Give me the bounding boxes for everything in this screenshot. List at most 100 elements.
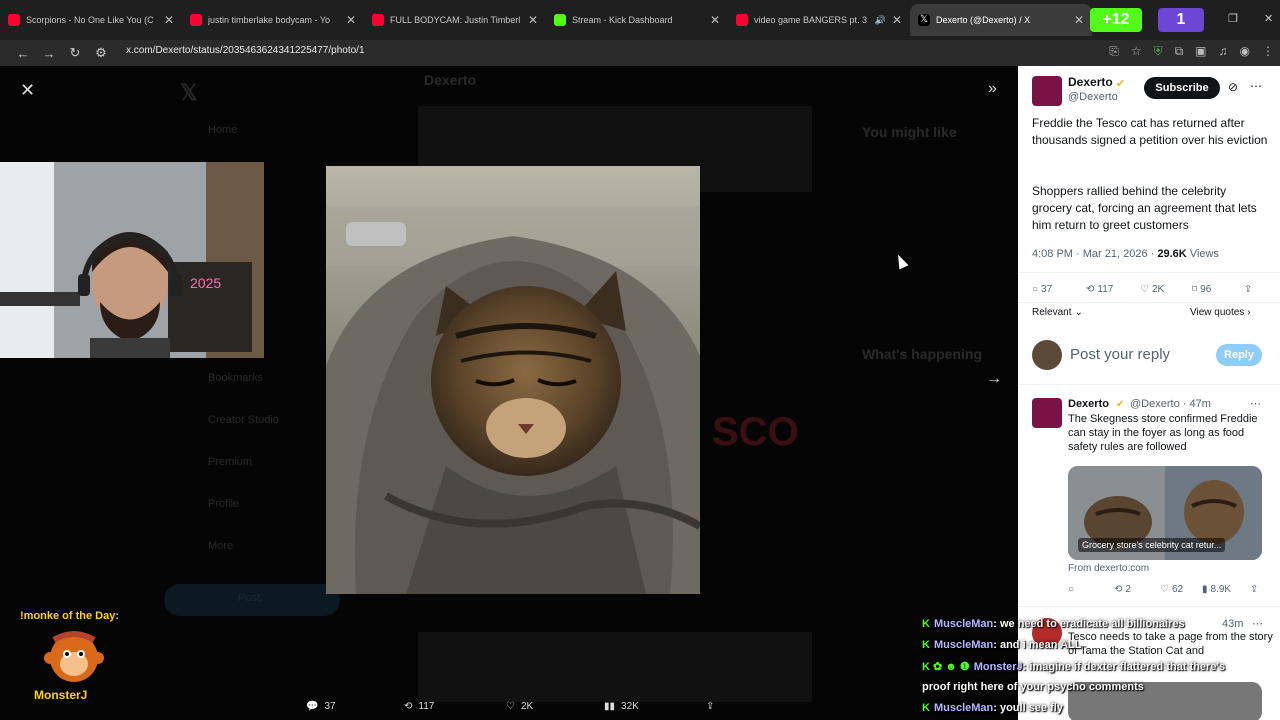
svg-text:2025: 2025 [190,275,221,291]
viewer-reply-button[interactable]: 💬 37 [306,701,336,712]
browser-tab-3[interactable]: FULL BODYCAM: Justin Timberl ✕ [364,4,546,36]
tab-close-icon[interactable]: ✕ [710,13,720,27]
extensions-icon[interactable]: ⧉ [1175,44,1184,59]
shield-icon[interactable]: ⛨ [1154,44,1163,59]
reply1-likes-count: 62 [1171,584,1184,595]
sort-label: Relevant [1032,307,1072,318]
streamer-webcam: 2025 [0,162,264,358]
tab-close-icon[interactable]: ✕ [164,13,174,27]
tab-close-icon[interactable]: ✕ [346,13,356,27]
view-quotes-link[interactable]: View quotes › [1190,307,1251,318]
monke-of-the-day-overlay: !monke of the Day: MonsterJ [20,610,126,706]
close-viewer-icon[interactable]: ✕ [20,80,35,101]
chat-username: MuscleMan [933,618,994,630]
more-options-icon[interactable]: ⋯ [1250,396,1261,413]
youtube-icon [190,14,202,26]
repost-icon: ⟲ [1086,284,1095,295]
kick-icon [554,14,566,26]
twitch-extension-badge[interactable]: 1 [1158,8,1204,32]
views-icon: ▮ [1202,584,1208,595]
split-view-icon[interactable]: ▣ [1195,44,1206,59]
likes-stat[interactable]: ♡ 2K [1140,284,1164,295]
reply1-likes[interactable]: ♡ 62 [1160,584,1183,595]
bg-you-might-like: You might like [862,124,957,140]
reposts-stat[interactable]: ⟲ 117 [1086,284,1113,295]
restore-window-icon[interactable]: ❐ [1228,12,1238,25]
youtube-icon [736,14,748,26]
next-photo-icon[interactable]: → [986,370,1002,388]
dexerto-avatar[interactable] [1032,398,1062,428]
bookmarks-stat[interactable]: ⌑ 96 [1192,284,1211,295]
post-timestamp[interactable]: 4:08 PM · Mar 21, 2026 [1032,248,1148,260]
reload-icon[interactable]: ↻ [62,45,88,61]
viewer-action-bar: 💬 37 ⟲ 117 ♡ 2K ▮▮ 32K ⇪ [0,696,1018,720]
viewer-views-count: 32K [621,701,639,712]
viewer-repost-button[interactable]: ⟲ 117 [404,701,434,712]
grok-icon[interactable]: ⊘ [1228,79,1238,96]
kick-extension-badge[interactable]: +12 [1090,8,1142,32]
chat-text: : we need to eradicate all billionaires [993,618,1185,630]
close-window-icon[interactable]: ✕ [1264,12,1273,25]
link-card[interactable]: Grocery store's celebrity cat retur... [1068,466,1262,560]
tab-close-icon[interactable]: ✕ [528,13,538,27]
repost-icon: ⟲ [404,701,413,712]
sort-dropdown[interactable]: Relevant ⌄ [1032,307,1083,318]
reply1-reposts[interactable]: ⟲ 2 [1114,584,1131,595]
chat-message: K ✿ ☻ ❶ MonsterJ: imagine if dexter flatt… [922,660,1225,673]
install-icon[interactable]: ⎘ [1109,44,1119,59]
bg-nav-home: Home [208,124,238,136]
viewer-share-button[interactable]: ⇪ [706,701,714,712]
subscribe-button[interactable]: Subscribe [1144,77,1220,99]
tab-label: FULL BODYCAM: Justin Timberl [390,15,521,25]
chevron-right-icon: › [1247,307,1251,318]
reply1-share[interactable]: ⇪ [1250,584,1258,595]
reply-input[interactable]: Post your reply [1070,346,1170,363]
link-card-source[interactable]: From dexerto.com [1068,560,1149,577]
chat-message: K MuscleMan: we need to eradicate all bil… [922,618,1185,630]
tab-label: Scorpions - No One Like You (C [26,15,154,25]
webcam-illustration: 2025 [0,162,264,358]
expand-panel-icon[interactable]: » [988,80,997,98]
replies-stat[interactable]: ○ 37 [1032,284,1052,295]
back-icon[interactable]: ← [10,46,36,61]
user-avatar[interactable] [1032,340,1062,370]
reply1-views[interactable]: ▮ 8.9K [1202,584,1231,595]
url-field[interactable]: x.com/Dexerto/status/2035463624341225477… [126,45,365,56]
bookmark-star-icon[interactable]: ☆ [1131,44,1142,59]
replies-count: 37 [1041,284,1053,295]
browser-tab-5[interactable]: video game BANGERS pt. 3 🔊 ✕ [728,4,910,36]
bg-nav-bookmarks: Bookmarks [208,372,264,384]
dexerto-avatar[interactable] [1032,76,1062,106]
tab-label: Dexerto (@Dexerto) / X [936,15,1031,25]
tab-close-icon[interactable]: ✕ [1074,13,1084,27]
post-meta: 4:08 PM · Mar 21, 2026 · 29.6K Views [1032,246,1219,263]
divider [1018,606,1280,607]
chat-message: K MuscleMan: youll see fly [922,702,1063,714]
subscribe-label: Subscribe [1155,82,1209,94]
browser-tab-1[interactable]: Scorpions - No One Like You (C ✕ [0,4,182,36]
viewer-like-button[interactable]: ♡ 2K [506,701,533,712]
site-info-icon[interactable]: ⚙ [88,45,114,61]
link-card-caption: Grocery store's celebrity cat retur... [1078,538,1226,552]
kick-badge-icon: K [922,639,930,651]
more-options-icon[interactable]: ⋯ [1250,78,1262,95]
viewer-views-button[interactable]: ▮▮ 32K [604,701,639,712]
speaker-icon[interactable]: 🔊 [875,15,886,26]
browser-tab-2[interactable]: justin timberlake bodycam - Yo ✕ [182,4,364,36]
reply1-author-name[interactable]: Dexerto [1068,396,1109,413]
share-button[interactable]: ⇪ [1244,284,1252,295]
author-handle[interactable]: @Dexerto [1068,89,1118,106]
menu-icon[interactable]: ⋮ [1262,44,1274,59]
forward-icon[interactable]: → [36,46,62,61]
browser-tab-6[interactable]: 𝕏 Dexerto (@Dexerto) / X ✕ [910,4,1092,36]
browser-tab-4[interactable]: Stream - Kick Dashboard ✕ [546,4,728,36]
tab-close-icon[interactable]: ✕ [892,13,902,27]
post-text-body: Shoppers rallied behind the celebrity gr… [1032,184,1257,232]
reply1-handle[interactable]: @Dexerto · 47m [1130,396,1211,413]
reply-button[interactable]: Reply [1216,344,1262,366]
kick-badge-icon: K ✿ ☻ ❶ [922,661,970,673]
media-controls-icon[interactable]: ♫ [1219,44,1228,59]
profile-icon[interactable]: ◉ [1240,44,1250,59]
reply1-replies[interactable]: ○ [1068,584,1077,595]
post-views-label: Views [1189,248,1219,260]
